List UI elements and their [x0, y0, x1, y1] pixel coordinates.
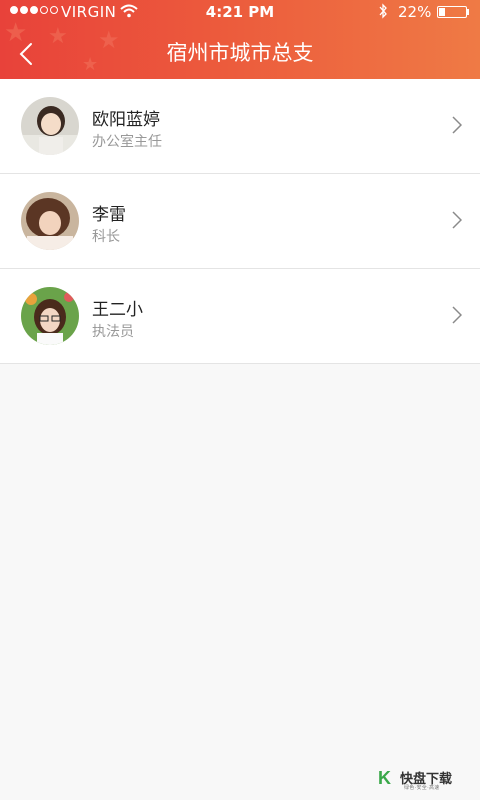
- contact-name: 王二小: [92, 300, 143, 320]
- app-screen: ★ ★ ★ ★ VIRGIN 4:21 PM 22% 宿州市城市总支 欧阳蓝婷 …: [0, 0, 480, 800]
- watermark-logo: K 快盘下载 绿色·安全·高速: [378, 768, 472, 792]
- avatar: [21, 287, 79, 345]
- nav-header: ★ ★ ★ ★ VIRGIN 4:21 PM 22% 宿州市城市总支: [0, 0, 480, 79]
- battery-icon: [437, 6, 467, 18]
- contact-name: 李雷: [92, 205, 126, 225]
- list-item[interactable]: 欧阳蓝婷 办公室主任: [0, 79, 480, 174]
- contact-name: 欧阳蓝婷: [92, 110, 160, 130]
- avatar: [21, 97, 79, 155]
- contact-role: 执法员: [92, 324, 134, 340]
- chevron-right-icon: [452, 116, 463, 138]
- chevron-right-icon: [452, 211, 463, 233]
- list-item[interactable]: 李雷 科长: [0, 174, 480, 269]
- watermark-subtext: 绿色·安全·高速: [404, 785, 440, 791]
- battery-percent: 22%: [398, 3, 432, 21]
- chevron-right-icon: [452, 306, 463, 328]
- contact-list: 欧阳蓝婷 办公室主任 李雷 科长 王二小 执法员: [0, 79, 480, 364]
- list-item[interactable]: 王二小 执法员: [0, 269, 480, 364]
- avatar: [21, 192, 79, 250]
- contact-role: 科长: [92, 229, 120, 245]
- k-logo-icon: K: [378, 768, 391, 788]
- bluetooth-icon: [378, 3, 388, 23]
- page-title: 宿州市城市总支: [166, 41, 314, 65]
- battery-tip: [467, 9, 469, 15]
- status-bar: VIRGIN 4:21 PM 22%: [0, 0, 480, 26]
- contact-role: 办公室主任: [92, 134, 162, 150]
